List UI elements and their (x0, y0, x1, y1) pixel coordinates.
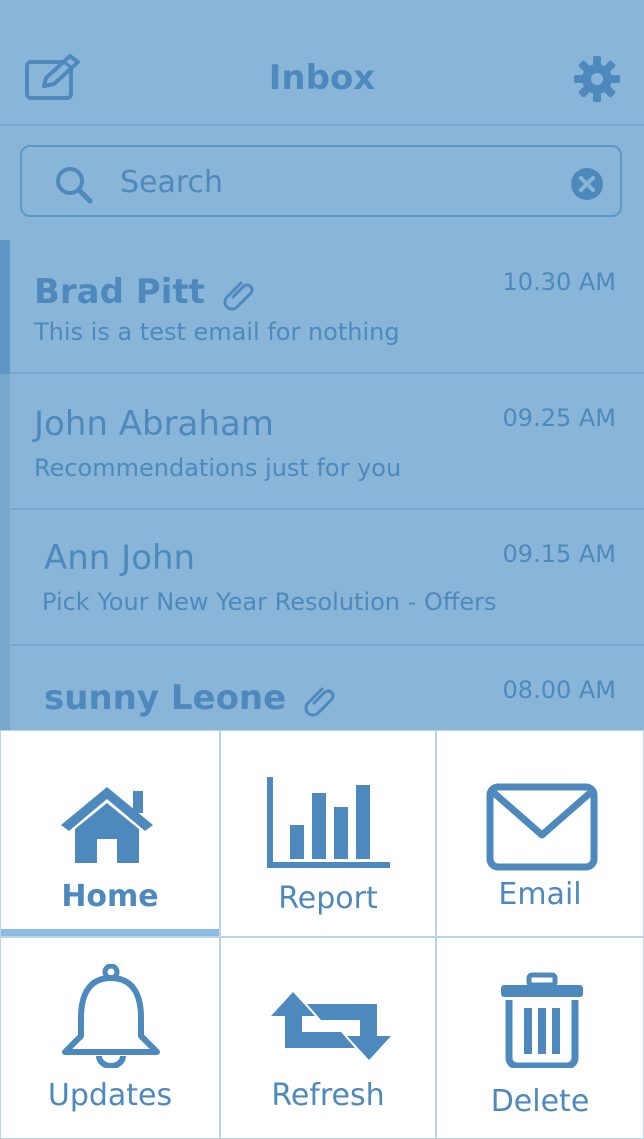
bell-icon (62, 964, 160, 1068)
email-sender: John Abraham (34, 404, 274, 444)
gear-icon (574, 56, 620, 102)
quick-menu: Home Report Email Updates Refresh Delete (0, 730, 644, 1139)
trash-icon (501, 972, 583, 1068)
email-list-item[interactable]: sunny Leone 08.00 AM (10, 648, 644, 730)
inbox-view-dimmed: Inbox Search Brad Pitt This is a test em… (0, 0, 644, 730)
menu-item-label: Report (278, 881, 378, 916)
menu-item-label: Delete (490, 1084, 590, 1119)
email-list-item[interactable]: Brad Pitt This is a test email for nothi… (10, 240, 644, 374)
menu-item-label: Updates (47, 1078, 173, 1113)
email-sender: Ann John (44, 538, 196, 578)
email-list-item[interactable]: Ann John Pick Your New Year Resolution -… (10, 512, 644, 646)
email-list-item[interactable]: John Abraham Recommendations just for yo… (10, 376, 644, 510)
refresh-icon (271, 992, 391, 1060)
search-input[interactable] (118, 161, 562, 203)
menu-item-report[interactable]: Report (220, 730, 436, 937)
settings-button[interactable] (572, 54, 622, 104)
page-title: Inbox (268, 58, 376, 98)
menu-item-label: Refresh (271, 1078, 385, 1113)
attachment-icon (223, 281, 254, 311)
clear-search-icon[interactable] (570, 167, 604, 201)
email-time: 09.15 AM (502, 540, 616, 568)
menu-item-updates[interactable]: Updates (0, 937, 220, 1139)
app: Inbox Search Brad Pitt This is a test em… (0, 0, 644, 1139)
home-icon (61, 787, 153, 863)
menu-item-label: Email (498, 877, 582, 912)
menu-item-label: Home (61, 879, 159, 914)
email-preview: Pick Your New Year Resolution - Offers (42, 588, 497, 616)
menu-item-home[interactable]: Home (0, 730, 220, 937)
search-bar (20, 145, 622, 217)
attachment-icon (304, 687, 335, 717)
inbox-header: Inbox (0, 0, 644, 126)
email-preview: This is a test email for nothing (34, 318, 400, 346)
menu-item-refresh[interactable]: Refresh (220, 937, 436, 1139)
email-time: 08.00 AM (502, 676, 616, 704)
email-preview: Recommendations just for you (34, 454, 402, 482)
email-time: 09.25 AM (502, 404, 616, 432)
selected-indicator (0, 240, 10, 374)
menu-item-email[interactable]: Email (436, 730, 644, 937)
email-sender: sunny Leone (44, 678, 338, 718)
active-indicator (1, 929, 219, 936)
menu-item-delete[interactable]: Delete (436, 937, 644, 1139)
search-icon (56, 167, 93, 204)
envelope-icon (486, 783, 598, 871)
email-time: 10.30 AM (502, 268, 616, 296)
bar-chart-icon (267, 777, 390, 868)
email-sender: Brad Pitt (34, 272, 257, 312)
